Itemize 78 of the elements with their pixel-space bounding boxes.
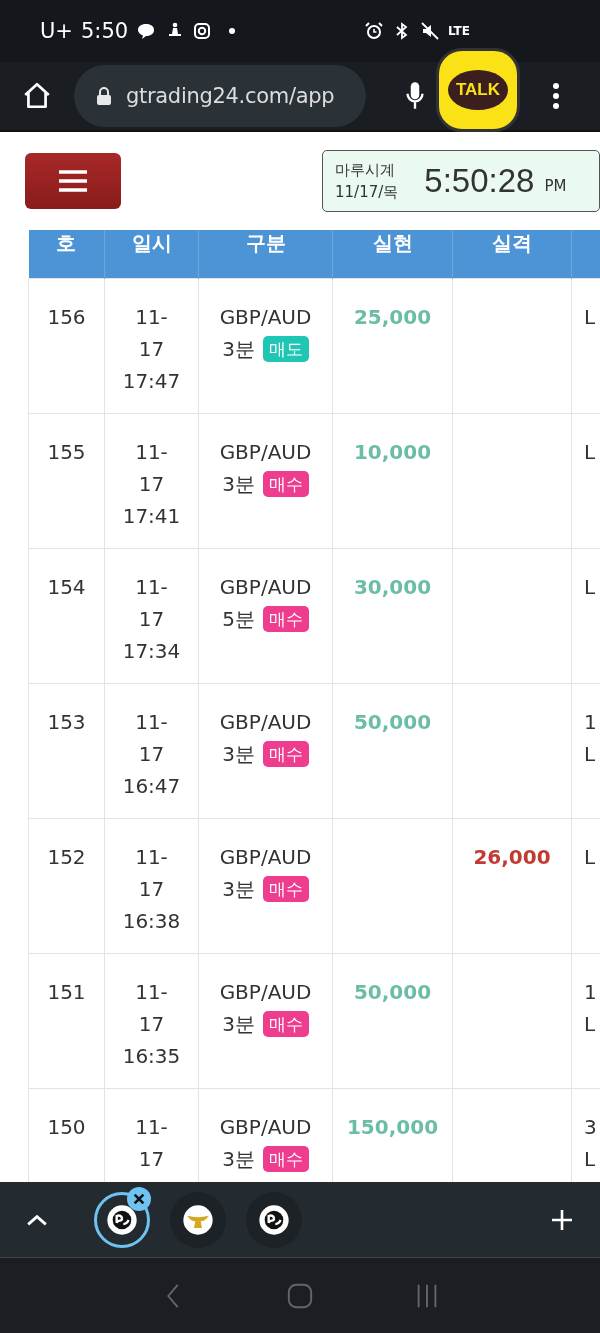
side-tag: 매수	[262, 606, 309, 632]
currency-pair: GBP/AUD	[219, 1114, 312, 1141]
currency-pair: GBP/AUD	[219, 844, 312, 871]
side-tag: 매수	[262, 876, 309, 902]
clock-date: 11/17/목	[335, 182, 399, 203]
column-header: 실격	[452, 230, 572, 279]
period-label: 3분	[222, 741, 255, 768]
row-number: 155	[47, 440, 86, 464]
period-label: 5분	[222, 606, 255, 633]
profit-amount: 150,000	[346, 1115, 439, 1139]
profit-amount: 50,000	[353, 710, 432, 734]
row-number: 152	[47, 845, 86, 869]
trade-date: 11- 17 16:47	[122, 709, 181, 800]
truncated-cell-text: L	[584, 304, 596, 331]
alarm-icon	[363, 21, 384, 41]
profit-amount: 30,000	[353, 575, 432, 599]
clock-time: 5:50:28	[424, 162, 535, 200]
side-tag: 매수	[262, 1146, 309, 1172]
truncated-cell-text: 1 L	[584, 979, 597, 1038]
period-label: 3분	[222, 1011, 255, 1038]
more-icon[interactable]	[552, 82, 560, 110]
column-header: 일시	[104, 230, 199, 279]
row-number: 153	[47, 710, 86, 734]
chat-button[interactable]: TALK	[436, 48, 520, 132]
status-time: 5:50	[80, 19, 129, 43]
dot-icon	[228, 27, 237, 35]
currency-pair: GBP/AUD	[219, 439, 312, 466]
side-tag: 매수	[262, 1011, 309, 1037]
truncated-cell-text: L	[584, 844, 596, 871]
chat-bubble-icon	[136, 21, 157, 41]
side-tag: 매수	[262, 741, 309, 767]
period-label: 3분	[222, 876, 255, 903]
network-label: LTE	[447, 24, 470, 38]
lock-icon	[96, 86, 112, 106]
currency-pair: GBP/AUD	[219, 304, 312, 331]
profit-amount: 50,000	[353, 980, 432, 1004]
column-header: 구분	[198, 230, 333, 279]
trade-date: 11- 17 17:41	[122, 439, 181, 530]
truncated-cell-text: L	[584, 439, 596, 466]
side-tag: 매도	[262, 336, 309, 362]
row-number: 150	[47, 1115, 86, 1139]
truncated-cell-text: L	[584, 574, 596, 601]
column-header: 호	[28, 230, 105, 279]
truncated-cell-text: 3 L	[584, 1114, 597, 1173]
clock-title: 마루시계	[335, 160, 396, 181]
truncated-cell-text: 1 L	[584, 709, 597, 768]
profit-amount: 10,000	[353, 440, 432, 464]
trade-date: 11- 17 17:47	[122, 304, 181, 395]
chevron-up-icon[interactable]	[26, 1212, 48, 1227]
loss-amount: 26,000	[473, 845, 551, 869]
currency-pair: GBP/AUD	[219, 979, 312, 1006]
trade-date: 11- 17 17:34	[122, 574, 181, 665]
trade-date: 11- 17 16:35	[122, 979, 181, 1070]
menu-icon	[58, 170, 88, 192]
camera-icon	[192, 21, 213, 41]
side-tag: 매수	[262, 471, 309, 497]
period-label: 3분	[222, 471, 255, 498]
row-number: 151	[47, 980, 86, 1004]
column-header: 실현	[332, 230, 453, 279]
row-number: 156	[47, 305, 86, 329]
trade-date: 11- 17 16:38	[122, 844, 181, 935]
profit-amount: 25,000	[353, 305, 432, 329]
row-number: 154	[47, 575, 86, 599]
home-icon[interactable]	[22, 81, 52, 111]
period-label: 3분	[222, 336, 255, 363]
address-bar[interactable]: gtrading24.com/app	[74, 65, 366, 127]
close-icon[interactable]	[127, 1186, 151, 1211]
microphone-icon[interactable]	[404, 80, 426, 112]
currency-pair: GBP/AUD	[219, 574, 312, 601]
menu-button[interactable]	[25, 153, 121, 209]
carrier-label: U+	[40, 19, 73, 43]
trade-date: 11- 17	[135, 1114, 168, 1173]
currency-pair: GBP/AUD	[219, 709, 312, 736]
clock-meridiem: PM	[544, 177, 567, 195]
plus-icon[interactable]	[550, 1207, 574, 1232]
eagle-emblem-icon	[182, 1203, 214, 1236]
period-label: 3분	[222, 1146, 255, 1173]
mute-icon	[419, 21, 440, 41]
